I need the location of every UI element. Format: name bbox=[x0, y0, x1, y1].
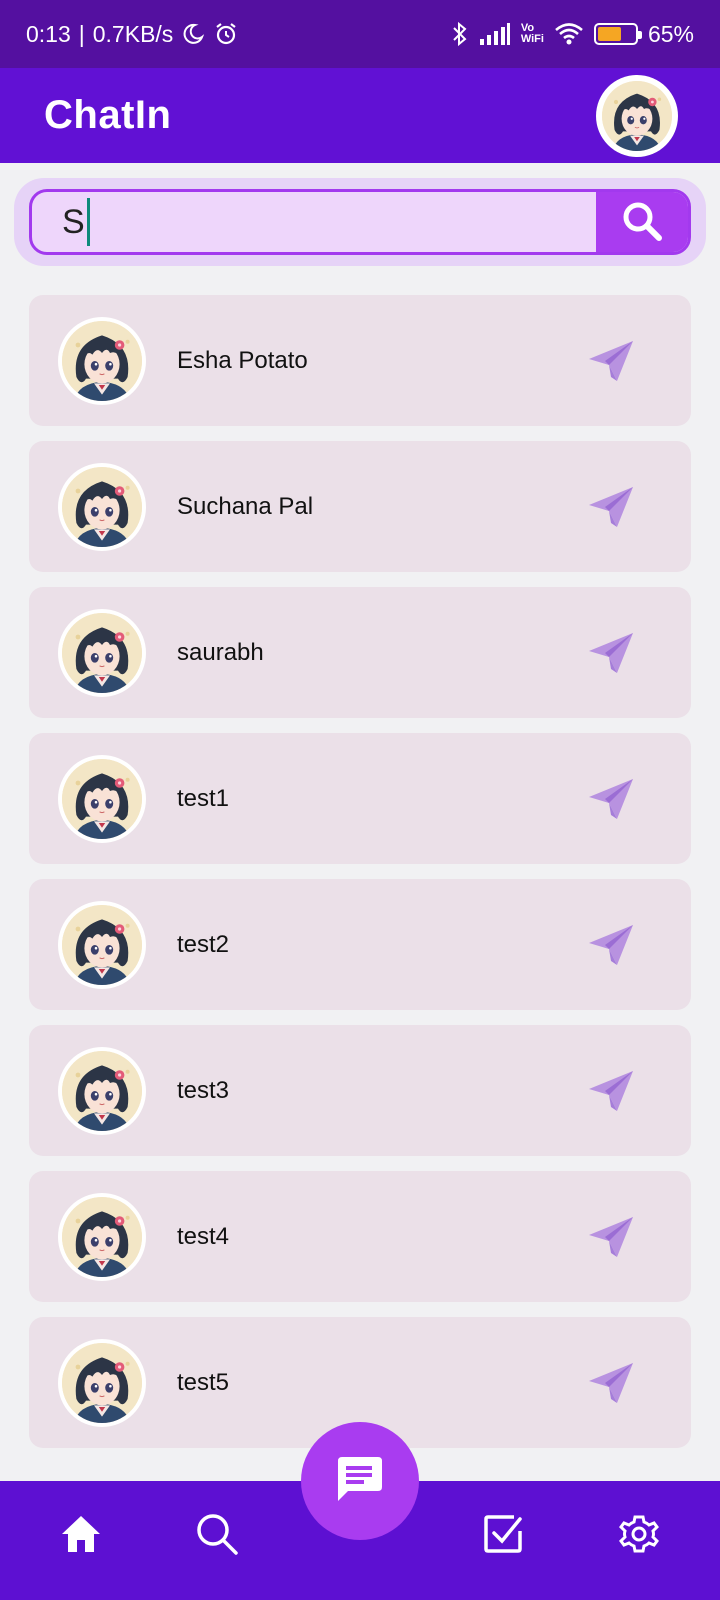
avatar-image bbox=[62, 904, 142, 985]
avatar bbox=[58, 316, 146, 405]
avatar bbox=[58, 1338, 146, 1427]
contact-card[interactable]: saurabh bbox=[29, 587, 691, 718]
battery-percent: 65% bbox=[647, 20, 694, 47]
contact-name: test1 bbox=[177, 784, 230, 812]
search-icon bbox=[195, 1512, 239, 1561]
contact-name: Suchana Pal bbox=[177, 492, 314, 520]
status-separator: | bbox=[78, 20, 85, 47]
battery-icon bbox=[593, 23, 642, 45]
status-time: 0:13 bbox=[26, 20, 71, 47]
status-bar: 0:13 | 0.7KB/s Vo WiFi 65% bbox=[0, 0, 720, 68]
wifi-icon bbox=[554, 22, 584, 46]
contact-name: saurabh bbox=[177, 638, 264, 666]
contact-name: test3 bbox=[177, 1076, 230, 1104]
contact-card[interactable]: Esha Potato bbox=[29, 295, 691, 426]
send-icon[interactable] bbox=[587, 629, 635, 677]
contact-card[interactable]: Suchana Pal bbox=[29, 441, 691, 572]
battery-fill bbox=[597, 27, 622, 41]
contact-card[interactable]: test2 bbox=[29, 879, 691, 1010]
app-bar: ChatIn bbox=[0, 68, 720, 163]
contact-name: Esha Potato bbox=[177, 346, 308, 374]
contact-name: test4 bbox=[177, 1222, 230, 1250]
alarm-icon bbox=[213, 21, 239, 47]
app-title: ChatIn bbox=[44, 93, 172, 137]
search-bar: S bbox=[14, 178, 706, 266]
send-icon[interactable] bbox=[587, 1067, 635, 1115]
avatar bbox=[58, 1046, 146, 1135]
avatar bbox=[58, 900, 146, 989]
contact-name: test5 bbox=[177, 1368, 230, 1396]
status-left: 0:13 | 0.7KB/s bbox=[26, 21, 239, 48]
contact-card[interactable]: test1 bbox=[29, 733, 691, 864]
nav-search[interactable] bbox=[192, 1511, 242, 1561]
search-box: S bbox=[29, 189, 691, 255]
wifi-label: WiFi bbox=[520, 33, 544, 45]
moon-icon bbox=[181, 22, 205, 46]
home-icon bbox=[60, 1514, 102, 1559]
bluetooth-icon bbox=[451, 21, 469, 47]
nav-settings[interactable] bbox=[614, 1511, 664, 1561]
new-chat-button[interactable] bbox=[301, 1422, 419, 1540]
network-speed: 0.7KB/s bbox=[92, 20, 174, 47]
avatar-image bbox=[62, 1342, 142, 1423]
contact-name: test2 bbox=[177, 930, 230, 958]
text-cursor bbox=[86, 198, 90, 246]
send-icon[interactable] bbox=[587, 337, 635, 385]
chat-icon bbox=[334, 1453, 386, 1510]
profile-avatar-button[interactable] bbox=[596, 74, 678, 157]
search-input-value: S bbox=[62, 202, 85, 241]
settings-icon bbox=[617, 1512, 661, 1561]
avatar-image bbox=[62, 1050, 142, 1131]
send-icon[interactable] bbox=[587, 483, 635, 531]
search-input[interactable]: S bbox=[32, 192, 596, 252]
send-icon[interactable] bbox=[587, 775, 635, 823]
avatar-image bbox=[62, 1196, 142, 1277]
contact-card[interactable]: test3 bbox=[29, 1025, 691, 1156]
avatar bbox=[58, 462, 146, 551]
search-icon bbox=[620, 199, 664, 246]
avatar bbox=[602, 80, 672, 151]
signal-icon bbox=[479, 23, 511, 45]
avatar-image bbox=[62, 612, 142, 693]
send-icon[interactable] bbox=[587, 1359, 635, 1407]
avatar bbox=[58, 754, 146, 843]
tasks-icon bbox=[482, 1513, 524, 1560]
avatar-image bbox=[62, 320, 142, 401]
status-right: Vo WiFi 65% bbox=[451, 21, 694, 48]
contact-card[interactable]: test4 bbox=[29, 1171, 691, 1302]
nav-home[interactable] bbox=[56, 1511, 106, 1561]
search-button[interactable] bbox=[596, 192, 688, 252]
avatar-image bbox=[62, 758, 142, 839]
avatar bbox=[58, 1192, 146, 1281]
send-icon[interactable] bbox=[587, 1213, 635, 1261]
contact-list: Esha Potato Suchana Pal saurabh test1 te… bbox=[29, 295, 691, 1463]
nav-tasks[interactable] bbox=[478, 1511, 528, 1561]
send-icon[interactable] bbox=[587, 921, 635, 969]
avatar-image bbox=[62, 466, 142, 547]
vowifi-indicator: Vo WiFi bbox=[521, 23, 544, 45]
avatar bbox=[58, 608, 146, 697]
